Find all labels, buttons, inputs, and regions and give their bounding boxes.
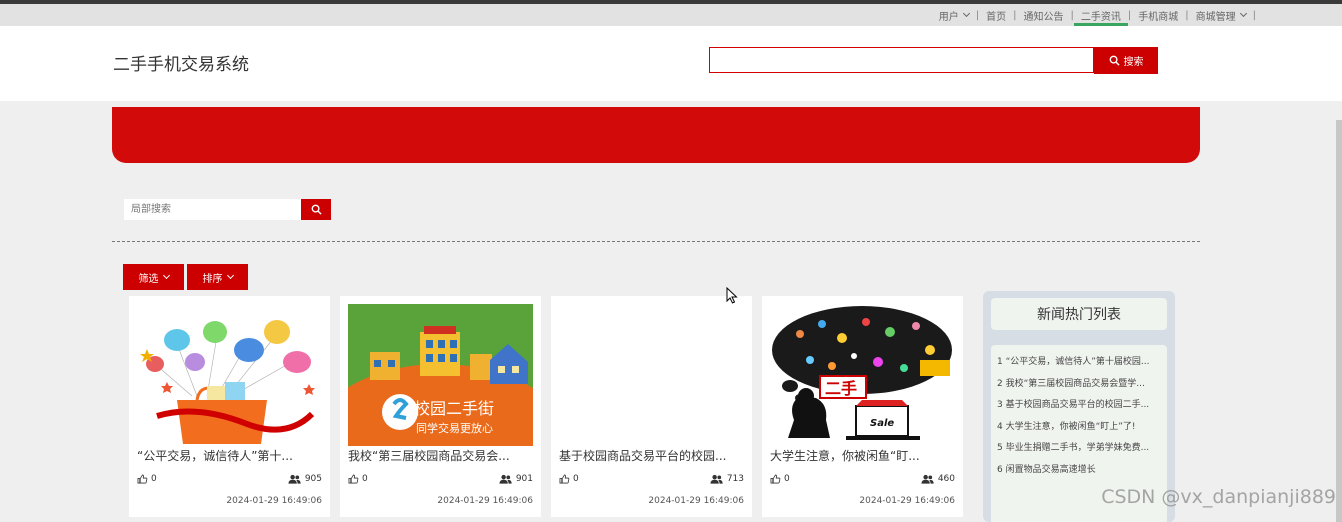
likes-count[interactable]: 0 <box>559 474 579 484</box>
header: 二手手机交易系统 搜索 <box>0 26 1342 101</box>
news-card[interactable]: “公平交易，诚信待人”第十... 0 905 2024-01-29 16:49:… <box>129 296 330 517</box>
nav-item-label: 二手资讯 <box>1080 11 1121 23</box>
search-input[interactable] <box>709 47 1094 73</box>
news-card-image[interactable]: 二手 Sale <box>770 304 955 446</box>
news-card-image[interactable] <box>137 304 322 446</box>
users-icon <box>499 474 512 484</box>
poster-main-text: 校园二手街 <box>414 399 494 418</box>
views-count: 905 <box>288 474 322 484</box>
news-card-image[interactable]: 校园二手街 同学交易更放心 <box>348 304 533 446</box>
thumbs-up-icon <box>137 474 148 484</box>
chevron-down-icon <box>962 9 970 18</box>
likes-value: 0 <box>573 474 579 484</box>
likes-count[interactable]: 0 <box>137 474 157 484</box>
chevron-down-icon <box>226 271 234 280</box>
nav-item-home[interactable]: 首页 <box>979 4 1013 26</box>
nav-item-label: 商城管理 <box>1195 11 1236 23</box>
filter-button-label: 筛选 <box>138 273 159 285</box>
thumbs-up-icon <box>559 474 570 484</box>
hot-news-title: 新闻热门列表 <box>991 298 1167 330</box>
nav-item-news[interactable]: 二手资讯 <box>1073 4 1128 26</box>
hot-news-item[interactable]: 4 大学生注意，你被闲鱼“盯上”了! <box>997 417 1161 439</box>
site-title: 二手手机交易系统 <box>113 55 249 75</box>
news-card-date: 2024-01-29 16:49:06 <box>437 496 533 506</box>
nav-item-notices[interactable]: 通知公告 <box>1017 4 1071 26</box>
news-card-date: 2024-01-29 16:49:06 <box>859 496 955 506</box>
mouse-pointer-icon <box>726 287 738 304</box>
nav-item-label: 用户 <box>938 11 959 23</box>
users-icon <box>710 474 723 484</box>
views-count: 713 <box>710 474 744 484</box>
search-icon <box>311 204 322 215</box>
banner <box>112 107 1200 163</box>
news-card-title[interactable]: 大学生注意，你被闲鱼“盯... <box>770 447 958 464</box>
news-card-image[interactable] <box>559 304 744 446</box>
laptop-sale-text: Sale <box>870 418 894 429</box>
chevron-down-icon <box>1239 9 1247 18</box>
nav-separator: | <box>1252 9 1256 21</box>
news-card[interactable]: 二手 Sale 大学生注意，你被闲鱼“盯... 0 460 2024-01-29… <box>762 296 963 517</box>
users-icon <box>288 474 301 484</box>
top-nav: 用户 | 首页 | 通知公告 | 二手资讯 | 手机商城 | 商城管理 | <box>932 4 1256 26</box>
likes-value: 0 <box>151 474 157 484</box>
views-value: 460 <box>937 474 955 484</box>
poster-sub-text: 同学交易更放心 <box>416 421 493 435</box>
news-card-title[interactable]: 基于校园商品交易平台的校园... <box>559 447 747 464</box>
local-search-button[interactable] <box>301 199 331 220</box>
nav-item-mall-admin[interactable]: 商城管理 <box>1189 4 1253 26</box>
hot-news-item[interactable]: 1 “公平交易，诚信待人”第十届校园... <box>997 352 1161 374</box>
second-hand-laptop-image: 二手 Sale <box>770 304 955 446</box>
news-card[interactable]: 基于校园商品交易平台的校园... 0 713 2024-01-29 16:49:… <box>551 296 752 517</box>
views-count: 460 <box>921 474 955 484</box>
news-card-title[interactable]: 我校“第三届校园商品交易会... <box>348 447 536 464</box>
sort-button-label: 排序 <box>202 273 223 285</box>
thumbs-up-icon <box>770 474 781 484</box>
users-icon <box>921 474 934 484</box>
nav-item-label: 手机商城 <box>1138 11 1179 23</box>
news-card-title[interactable]: “公平交易，诚信待人”第十... <box>137 447 325 464</box>
page-scrollbar[interactable] <box>1336 120 1342 522</box>
search-button[interactable]: 搜索 <box>1094 47 1158 74</box>
chevron-down-icon <box>162 271 170 280</box>
nav-item-user[interactable]: 用户 <box>932 4 976 26</box>
thumbs-up-icon <box>348 474 359 484</box>
nav-item-label: 首页 <box>986 11 1007 23</box>
hot-news-item[interactable]: 2 我校“第三届校园商品交易会暨学... <box>997 374 1161 396</box>
local-search-input[interactable] <box>124 199 301 220</box>
balloons-gift-bag-image <box>137 304 322 446</box>
likes-value: 0 <box>784 474 790 484</box>
watermark: CSDN @vx_danpianji889 <box>1101 486 1336 508</box>
hot-news-item[interactable]: 3 基于校园商品交易平台的校园二手... <box>997 395 1161 417</box>
search-button-label: 搜索 <box>1123 57 1144 68</box>
nav-item-label: 通知公告 <box>1023 11 1064 23</box>
news-card-date: 2024-01-29 16:49:06 <box>648 496 744 506</box>
nav-item-phone-mall[interactable]: 手机商城 <box>1131 4 1185 26</box>
views-value: 713 <box>726 474 744 484</box>
top-nav-bar: 用户 | 首页 | 通知公告 | 二手资讯 | 手机商城 | 商城管理 | <box>0 4 1342 26</box>
hot-news-item[interactable]: 5 毕业生捐赠二手书，学弟学妹免费... <box>997 438 1161 460</box>
news-card[interactable]: 校园二手街 同学交易更放心 我校“第三届校园商品交易会... 0 901 202… <box>340 296 541 517</box>
views-value: 901 <box>515 474 533 484</box>
divider <box>112 241 1200 242</box>
campus-market-poster-image: 校园二手街 同学交易更放心 <box>348 304 533 446</box>
laptop-badge-text: 二手 <box>825 379 857 398</box>
filter-button[interactable]: 筛选 <box>123 264 184 290</box>
news-card-date: 2024-01-29 16:49:06 <box>226 496 322 506</box>
hot-news-item[interactable]: 6 闲置物品交易高速增长 <box>997 460 1161 482</box>
likes-count[interactable]: 0 <box>348 474 368 484</box>
likes-count[interactable]: 0 <box>770 474 790 484</box>
likes-value: 0 <box>362 474 368 484</box>
search-icon <box>1109 55 1120 66</box>
sort-button[interactable]: 排序 <box>187 264 248 290</box>
views-value: 905 <box>304 474 322 484</box>
views-count: 901 <box>499 474 533 484</box>
